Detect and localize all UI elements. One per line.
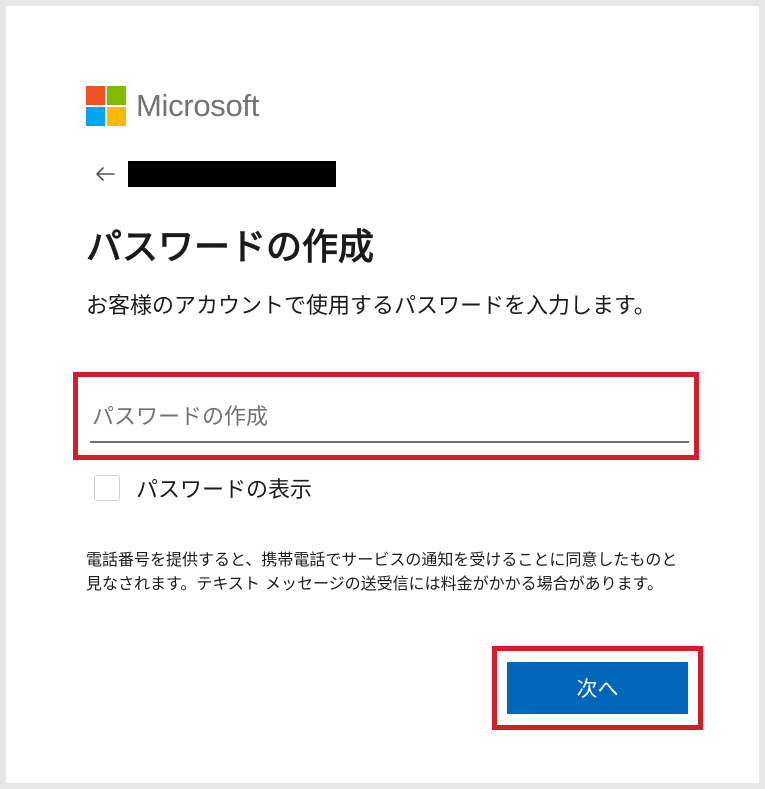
account-email-redacted (128, 161, 336, 187)
password-field-highlight (73, 372, 699, 460)
next-button-highlight: 次へ (492, 646, 703, 730)
show-password-toggle[interactable]: パスワードの表示 (94, 472, 312, 504)
show-password-label: パスワードの表示 (136, 478, 313, 503)
password-input[interactable] (90, 393, 689, 443)
signup-card: Microsoft パスワードの作成 お客様のアカウントで使用するパスワードを入… (6, 6, 759, 783)
brand-name: Microsoft (136, 88, 260, 123)
sms-notice: 電話番号を提供すると、携帯電話でサービスの通知を受けることに同意したものと見なさ… (86, 550, 678, 593)
page-description: お客様のアカウントで使用するパスワードを入力します。 (86, 294, 656, 319)
show-password-checkbox[interactable] (94, 475, 120, 501)
account-row (94, 161, 336, 187)
microsoft-logo: Microsoft (86, 86, 259, 126)
page-title: パスワードの作成 (86, 227, 375, 268)
arrow-left-icon[interactable] (94, 163, 116, 185)
microsoft-logo-icon (86, 86, 126, 126)
next-button[interactable]: 次へ (507, 662, 688, 714)
